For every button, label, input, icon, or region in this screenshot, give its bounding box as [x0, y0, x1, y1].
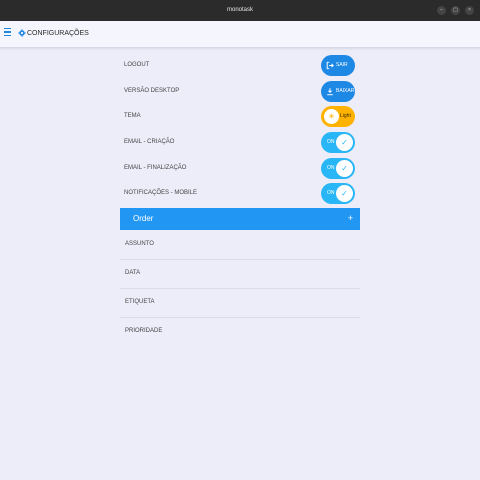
close-button[interactable]: ×	[465, 6, 474, 15]
setting-row-email-creation: EMAIL - CRIAÇÃO ON ✓	[120, 130, 360, 155]
check-icon: ✓	[336, 134, 353, 151]
order-item-date[interactable]: DATA	[120, 259, 360, 289]
maximize-button[interactable]: ▢	[451, 6, 460, 15]
setting-row-logout: LOGOUT SAIR	[120, 53, 360, 78]
toggle-state-label: ON	[327, 139, 335, 145]
list-item-label: ASSUNTO	[125, 241, 154, 247]
logout-button[interactable]: SAIR	[321, 55, 355, 76]
setting-label: LOGOUT	[124, 62, 150, 68]
window-titlebar: monotask – ▢ ×	[0, 0, 480, 21]
theme-toggle-label: Light	[340, 113, 351, 119]
setting-label: TEMA	[124, 113, 141, 119]
order-section-header[interactable]: Order +	[120, 208, 360, 230]
list-item-label: ETIQUETA	[125, 299, 155, 305]
order-item-subject[interactable]: ASSUNTO	[120, 230, 360, 260]
minimize-button[interactable]: –	[437, 6, 446, 15]
setting-label: EMAIL - FINALIZAÇÃO	[124, 165, 187, 171]
setting-label: NOTIFICAÇÕES - MOBILE	[124, 190, 198, 196]
window-controls: – ▢ ×	[437, 6, 474, 15]
download-icon	[327, 88, 333, 96]
list-item-label: PRIORIDADE	[125, 328, 163, 334]
setting-label: EMAIL - CRIAÇÃO	[124, 139, 175, 145]
logout-icon	[326, 61, 334, 70]
check-icon: ✓	[336, 185, 353, 202]
sun-icon: ☀	[324, 109, 339, 124]
order-item-priority[interactable]: PRIORIDADE	[120, 317, 360, 346]
setting-row-desktop-version: VERSÃO DESKTOP BAIXAR	[120, 79, 360, 104]
setting-row-theme: TEMA ☀ Light	[120, 104, 360, 129]
toggle-state-label: ON	[327, 165, 335, 171]
logout-button-label: SAIR	[336, 62, 348, 68]
check-icon: ✓	[336, 160, 353, 177]
mobile-notifications-toggle[interactable]: ON ✓	[321, 183, 355, 204]
download-button[interactable]: BAIXAR	[321, 81, 355, 102]
setting-row-mobile-notifications: NOTIFICAÇÕES - MOBILE ON ✓	[120, 181, 360, 206]
theme-toggle[interactable]: ☀ Light	[321, 106, 355, 127]
order-title: Order	[133, 214, 154, 223]
gear-icon	[18, 29, 26, 37]
list-item-label: DATA	[125, 270, 141, 276]
hamburger-menu-icon[interactable]	[4, 28, 11, 38]
order-item-label[interactable]: ETIQUETA	[120, 288, 360, 318]
setting-label: VERSÃO DESKTOP	[124, 88, 180, 94]
email-creation-toggle[interactable]: ON ✓	[321, 132, 355, 153]
page-title: CONFIGURAÇÕES	[27, 30, 89, 37]
setting-row-email-completion: EMAIL - FINALIZAÇÃO ON ✓	[120, 156, 360, 181]
plus-icon[interactable]: +	[348, 213, 353, 223]
download-button-label: BAIXAR	[336, 88, 355, 94]
window-title: monotask	[226, 7, 253, 13]
app-bar: CONFIGURAÇÕES	[0, 21, 480, 48]
toggle-state-label: ON	[327, 190, 335, 196]
email-completion-toggle[interactable]: ON ✓	[321, 158, 355, 179]
